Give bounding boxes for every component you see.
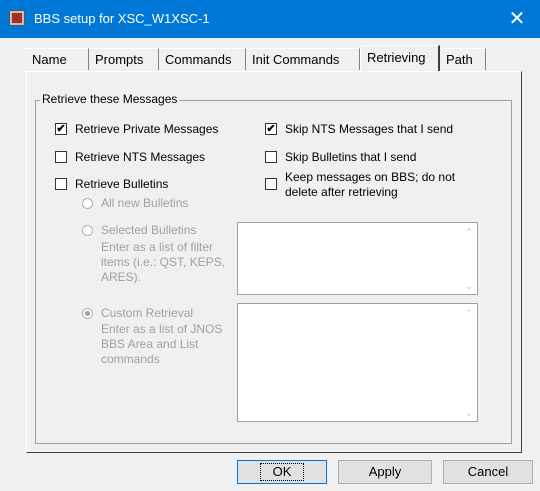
custom-retrieval-textarea[interactable]: ⌃ ⌄ xyxy=(237,303,478,422)
tab-name[interactable]: Name xyxy=(26,48,89,70)
all-new-bulletins-radio[interactable] xyxy=(82,198,93,209)
apply-button[interactable]: Apply xyxy=(338,460,432,484)
selected-hint-line1: Enter as a list of filter xyxy=(101,240,214,254)
tab-init-commands[interactable]: Init Commands xyxy=(246,48,360,70)
tab-commands[interactable]: Commands xyxy=(159,48,246,70)
selected-bulletins-label: Selected Bulletins xyxy=(101,223,197,237)
close-icon[interactable]: ✕ xyxy=(494,0,540,38)
keep-messages-label-line2: delete after retrieving xyxy=(285,185,398,199)
window-title: BBS setup for XSC_W1XSC-1 xyxy=(34,11,210,26)
scroll-up-icon[interactable]: ⌃ xyxy=(464,308,474,319)
tab-prompts[interactable]: Prompts xyxy=(89,48,159,70)
all-new-bulletins-label: All new Bulletins xyxy=(101,196,189,210)
group-label: Retrieve these Messages xyxy=(40,92,180,106)
skip-nts-label: Skip NTS Messages that I send xyxy=(285,122,454,136)
skip-nts-checkbox[interactable]: ✔ xyxy=(265,123,277,135)
selected-bulletins-radio[interactable] xyxy=(82,225,93,236)
retrieve-bulletins-checkbox[interactable] xyxy=(55,178,67,190)
selected-bulletins-textarea[interactable]: ⌃ ⌄ xyxy=(237,222,478,295)
retrieve-nts-checkbox[interactable] xyxy=(55,151,67,163)
custom-hint-line3: commands xyxy=(101,352,160,366)
tab-path[interactable]: Path xyxy=(440,48,486,70)
custom-hint-line2: BBS Area and List xyxy=(101,337,199,351)
skip-bulletins-checkbox[interactable] xyxy=(265,151,277,163)
scroll-down-icon[interactable]: ⌄ xyxy=(464,408,474,419)
selected-hint-line3: ARES). xyxy=(101,270,142,284)
keep-messages-checkbox[interactable] xyxy=(265,178,277,190)
tab-retrieving[interactable]: Retrieving xyxy=(360,45,440,71)
scroll-down-icon[interactable]: ⌄ xyxy=(464,281,474,292)
scroll-up-icon[interactable]: ⌃ xyxy=(464,227,474,238)
app-icon xyxy=(9,10,25,26)
retrieve-bulletins-label: Retrieve Bulletins xyxy=(75,177,169,191)
cancel-button[interactable]: Cancel xyxy=(443,460,533,484)
selected-hint-line2: items (i.e.: QST, KEPS, xyxy=(101,255,226,269)
custom-retrieval-label: Custom Retrieval xyxy=(101,306,194,320)
ok-button-label: OK xyxy=(259,463,305,481)
skip-bulletins-label: Skip Bulletins that I send xyxy=(285,150,417,164)
keep-messages-label-line1: Keep messages on BBS; do not xyxy=(285,170,456,184)
title-bar: BBS setup for XSC_W1XSC-1 ✕ xyxy=(0,0,540,38)
retrieve-nts-label: Retrieve NTS Messages xyxy=(75,150,206,164)
retrieve-private-checkbox[interactable]: ✔ xyxy=(55,123,67,135)
retrieve-private-label: Retrieve Private Messages xyxy=(75,122,219,136)
ok-button[interactable]: OK xyxy=(237,460,327,484)
custom-retrieval-radio[interactable] xyxy=(82,308,93,319)
custom-hint-line1: Enter as a list of JNOS xyxy=(101,322,223,336)
